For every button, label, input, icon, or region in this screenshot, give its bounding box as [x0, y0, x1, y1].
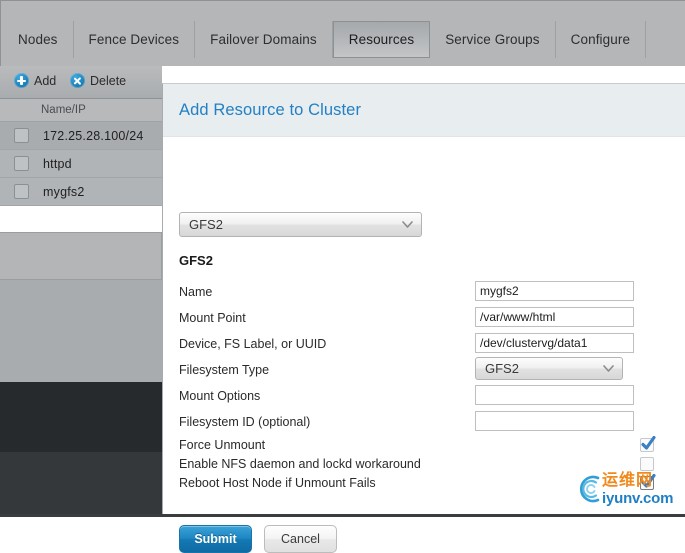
checkbox-force-unmount[interactable]	[640, 436, 656, 452]
add-resource-dialog: Add Resource to Cluster GFS2 GFS2 Name my…	[162, 83, 685, 553]
column-header-name-ip: Name/IP	[41, 104, 86, 116]
form-row: Force Unmount	[163, 436, 685, 456]
form-row: Mount Point/var/www/html	[163, 307, 685, 333]
tab-configure[interactable]: Configure	[556, 21, 647, 58]
form-row: Filesystem Type GFS2	[163, 357, 685, 385]
checkbox-label-reboot-host-node-if-unmount-fails: Reboot Host Node if Unmount Fails	[179, 476, 376, 490]
tab-service-groups[interactable]: Service Groups	[430, 21, 556, 58]
submit-button[interactable]: Submit	[179, 525, 252, 553]
x-circle-icon	[70, 73, 85, 88]
field-label-name: Name	[179, 285, 213, 299]
field-label-filesystem-id-optional: Filesystem ID (optional)	[179, 415, 311, 429]
row-checkbox[interactable]	[14, 184, 29, 199]
section-title: GFS2	[179, 253, 213, 268]
row-name-label: mygfs2	[43, 184, 85, 199]
row-checkbox[interactable]	[14, 156, 29, 171]
watermark-en: iyunv.com	[602, 489, 674, 507]
tab-resources[interactable]: Resources	[332, 21, 431, 58]
add-button-label: Add	[34, 73, 57, 88]
checkbox-label-enable-nfs-daemon-and-lockd-workaround: Enable NFS daemon and lockd workaround	[179, 457, 421, 471]
cancel-button[interactable]: Cancel	[264, 525, 337, 553]
watermark-text: 运维网 iyunv.com	[602, 471, 674, 507]
filesystem-type-value: GFS2	[485, 361, 519, 376]
watermark-cn: 运维网	[602, 471, 654, 489]
chevron-down-icon	[603, 364, 614, 373]
form-row: Name mygfs2	[163, 281, 685, 307]
field-input-device-fs-label-or-uuid[interactable]: /dev/clustervg/data1	[475, 333, 634, 353]
filesystem-type-select[interactable]: GFS2	[475, 357, 623, 380]
field-input-mount-point[interactable]: /var/www/html	[475, 307, 634, 327]
field-label-mount-options: Mount Options	[179, 389, 261, 403]
tab-fence-devices[interactable]: Fence Devices	[74, 21, 196, 58]
resource-type-select[interactable]: GFS2	[179, 212, 422, 237]
tab-nodes[interactable]: Nodes	[2, 21, 74, 58]
resource-type-value: GFS2	[189, 217, 223, 232]
plus-circle-icon	[14, 73, 29, 88]
row-checkbox[interactable]	[14, 128, 29, 143]
site-watermark: 运维网 iyunv.com	[573, 467, 679, 511]
dialog-title: Add Resource to Cluster	[179, 100, 362, 119]
resource-list-header: Name/IP	[0, 99, 162, 122]
resource-toolbar: Add Delete	[0, 66, 162, 99]
tab-failover-domains[interactable]: Failover Domains	[195, 21, 333, 58]
row-name-label: 172.25.28.100/24	[43, 128, 144, 143]
table-row[interactable]: httpd	[0, 150, 162, 178]
table-row[interactable]: mygfs2	[0, 178, 162, 206]
field-input-mount-options[interactable]	[475, 385, 634, 405]
dialog-header: Add Resource to Cluster	[163, 84, 685, 137]
field-label-device-fs-label-or-uuid: Device, FS Label, or UUID	[179, 337, 327, 351]
field-input-filesystem-id-optional[interactable]	[475, 411, 634, 431]
dialog-actions: Submit Cancel	[179, 525, 337, 553]
resource-list: Name/IP 172.25.28.100/24 httpd mygfs2	[0, 99, 162, 206]
add-button[interactable]: Add	[14, 73, 56, 88]
row-name-label: httpd	[43, 156, 72, 171]
dark-region-lower	[0, 452, 162, 517]
form-row: Filesystem ID (optional)	[163, 411, 685, 437]
chevron-down-icon	[402, 220, 413, 229]
field-input-name[interactable]: mygfs2	[475, 281, 634, 301]
tab-list: Nodes Fence Devices Failover Domains Resour…	[2, 21, 647, 58]
main-tab-bar: Nodes Fence Devices Failover Domains Resour…	[0, 0, 685, 66]
delete-button[interactable]: Delete	[70, 73, 126, 88]
form-row: Mount Options	[163, 385, 685, 411]
table-row[interactable]: 172.25.28.100/24	[0, 122, 162, 150]
dark-region-upper	[0, 382, 162, 452]
checkbox-label-force-unmount: Force Unmount	[179, 438, 266, 452]
resource-list-rows: 172.25.28.100/24 httpd mygfs2	[0, 122, 162, 206]
field-label-filesystem-type: Filesystem Type	[179, 363, 270, 377]
resource-form: Name mygfs2 Mount Point/var/www/html Device…	[163, 281, 685, 494]
field-label-mount-point: Mount Point	[179, 311, 246, 325]
side-panel-block	[0, 232, 162, 280]
delete-button-label: Delete	[90, 73, 127, 88]
side-panel-filler	[0, 280, 162, 382]
form-row: Device, FS Label, or UUID/dev/clustervg/…	[163, 333, 685, 359]
